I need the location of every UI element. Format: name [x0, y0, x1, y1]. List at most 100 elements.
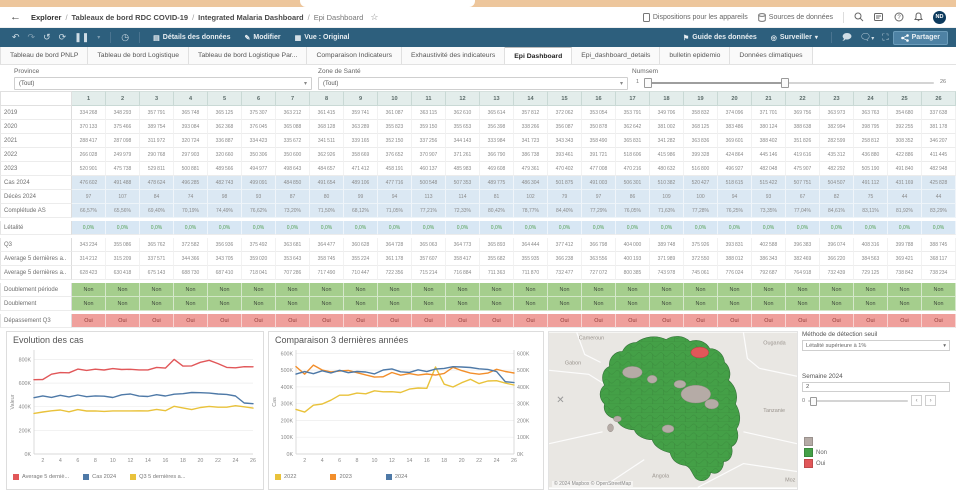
svg-text:6: 6 — [76, 458, 79, 464]
breadcrumb-item[interactable]: Epi Dashboard — [314, 13, 364, 22]
tab-donn-es-climatiques[interactable]: Données climatiques — [730, 47, 813, 64]
week-prev-button[interactable]: ‹ — [911, 395, 923, 406]
column-header: 5 — [208, 91, 242, 106]
table-cell: 355 823 — [378, 120, 412, 134]
alert-zone[interactable] — [690, 346, 709, 359]
table-cell: 0,0% — [480, 221, 514, 235]
breadcrumb-item[interactable]: Tableaux de bord RDC COVID-19 — [72, 13, 189, 22]
tab-tableau-de-bord-logistique-par-[interactable]: Tableau de bord Logistique Par... — [189, 47, 308, 64]
tab-exhaustivit-des-indicateurs[interactable]: Exhaustivité des indicateurs — [402, 47, 506, 64]
refresh-icon[interactable]: ⟳ — [59, 32, 67, 43]
search-icon[interactable] — [854, 12, 864, 22]
history-clock-icon[interactable]: ◷ — [121, 32, 129, 43]
map-legend-item[interactable]: Non — [804, 448, 827, 457]
recents-icon[interactable] — [874, 12, 884, 22]
table-cell: 707 286 — [276, 266, 310, 280]
table-cell: 343 343 — [548, 134, 582, 148]
avatar[interactable]: ND — [933, 10, 946, 24]
legend-item[interactable]: Q3 5 dernières a... — [130, 474, 185, 480]
data-guide-button[interactable]: ⚑ Guide des données — [683, 34, 757, 42]
edit-button[interactable]: ✎ Modifier — [244, 34, 280, 42]
map-legend-item[interactable]: Oui — [804, 459, 827, 468]
deselect-x-button[interactable]: ✕ — [554, 394, 567, 407]
table-cell: 363 556 — [582, 252, 616, 266]
week-slider-handle[interactable] — [810, 396, 818, 406]
chevron-down-icon[interactable]: ▾ — [97, 34, 100, 41]
numsem-slider-handle-right[interactable] — [781, 78, 789, 88]
help-icon[interactable]: ? — [894, 12, 904, 22]
threshold-method-select[interactable]: Létalité supérieure à 1% ▾ — [802, 340, 950, 351]
svg-text:100K: 100K — [281, 435, 294, 441]
tab-bulletin-epidemio[interactable]: bulletin epidemio — [660, 47, 731, 64]
undo-icon[interactable]: ↶ — [12, 32, 20, 43]
sheet-tabs: Tableau de bord PNLP Tableau de bord Logi… — [0, 47, 956, 65]
comment-icon[interactable]: 🗩 — [842, 30, 852, 46]
evolution-chart[interactable]: 0K 200K 400K 600K 800K 2 4 6 8 10 12 14 16 18 20 22 24 26… — [7, 345, 263, 472]
column-header: 22 — [786, 91, 820, 106]
data-details-button[interactable]: ▤ Détails des données — [153, 34, 230, 42]
table-cell: Non — [548, 283, 582, 297]
pause-icon[interactable]: ❚❚ — [74, 32, 89, 43]
week-input[interactable] — [802, 382, 950, 392]
table-cell: 369 601 — [718, 134, 752, 148]
table-cell: 358 745 — [310, 252, 344, 266]
tab-tableau-de-bord-pnlp[interactable]: Tableau de bord PNLP — [0, 47, 89, 64]
data-sources-button[interactable]: Sources de données — [757, 12, 833, 22]
numsem-slider[interactable] — [644, 78, 934, 88]
drc-map[interactable]: Cameroun Ouganda Gabon Tanzanie Angola M… — [549, 332, 797, 488]
table-cell: 722 356 — [378, 266, 412, 280]
comment-menu-icon[interactable]: 🗨▾ — [860, 32, 874, 43]
table-cell: 486 304 — [514, 176, 548, 190]
table-cell: 469 608 — [480, 162, 514, 176]
table-cell: 93 — [752, 190, 786, 204]
browser-banner — [0, 0, 956, 7]
legend-item[interactable]: Average 5 derniè... — [13, 474, 69, 480]
comparison-chart[interactable]: 0K 0K 100K 100K 200K 200K 300K 300K 400K 400K 500K… — [269, 345, 543, 472]
table-cell: 381 178 — [922, 120, 956, 134]
breadcrumb-item[interactable]: Integrated Malaria Dashboard — [198, 13, 303, 22]
table-cell: 344 366 — [174, 252, 208, 266]
table-cell: 363 973 — [820, 106, 854, 120]
revert-icon[interactable]: ↺ — [43, 32, 51, 43]
zone-filter-select[interactable]: (Tout) ▾ — [318, 77, 628, 90]
week-slider[interactable] — [808, 396, 909, 406]
table-cell: 399 788 — [888, 238, 922, 252]
view-original-button[interactable]: ▦ Vue : Original — [295, 34, 350, 42]
notifications-bell-icon[interactable] — [914, 12, 923, 22]
filters-bar: Province (Tout) ▾ Zone de Santé (Tout) ▾ N… — [0, 65, 956, 91]
tab-tableau-de-bord-logistique[interactable]: Tableau de bord Logistique — [88, 47, 190, 64]
legend-label: 2024 — [394, 474, 408, 480]
province-filter-select[interactable]: (Tout) ▾ — [14, 77, 312, 90]
pencil-icon: ✎ — [244, 34, 251, 42]
fullscreen-icon[interactable]: ⛶ — [882, 32, 888, 43]
week-next-button[interactable]: › — [925, 395, 937, 406]
table-cell: 364 773 — [446, 238, 480, 252]
favorite-star-icon[interactable]: ☆ — [370, 12, 378, 23]
share-button[interactable]: Partager — [892, 30, 948, 45]
breadcrumb-item[interactable]: Explorer — [31, 13, 61, 22]
legend-item[interactable]: 2024 — [385, 474, 408, 480]
map-legend-item[interactable] — [804, 437, 827, 446]
redo-icon[interactable]: ↷ — [28, 32, 36, 43]
table-cell: 0,0% — [718, 221, 752, 235]
tab-comparaison-indicateurs[interactable]: Comparaison Indicateurs — [307, 47, 402, 64]
table-cell: 727 072 — [582, 266, 616, 280]
legend-item[interactable]: 2022 — [275, 474, 296, 480]
column-header: 23 — [820, 91, 854, 106]
back-arrow-icon[interactable]: ← — [10, 11, 21, 23]
table-cell: 482 048 — [752, 162, 786, 176]
numsem-slider-handle-left[interactable] — [644, 78, 652, 88]
table-cell: 380 124 — [752, 120, 786, 134]
legend-item[interactable]: Cas 2024 — [83, 474, 116, 480]
table-cell: 396 074 — [820, 238, 854, 252]
table-cell: 0,0% — [548, 221, 582, 235]
device-layouts-button[interactable]: Dispositions pour les appareils — [642, 12, 748, 22]
watch-button[interactable]: ◎ Surveiller ▾ — [771, 34, 818, 42]
tab-epi-dashboard-details[interactable]: Epi_dashboard_details — [572, 47, 661, 64]
svg-text:Moz: Moz — [785, 477, 796, 483]
legend-item[interactable]: 2023 — [330, 474, 352, 480]
table-cell: 362 642 — [616, 120, 650, 134]
tab-epi-dashboard[interactable]: Epi Dashboard — [505, 47, 573, 64]
table-cell: 476 602 — [72, 176, 106, 190]
svg-text:100K: 100K — [517, 435, 530, 441]
